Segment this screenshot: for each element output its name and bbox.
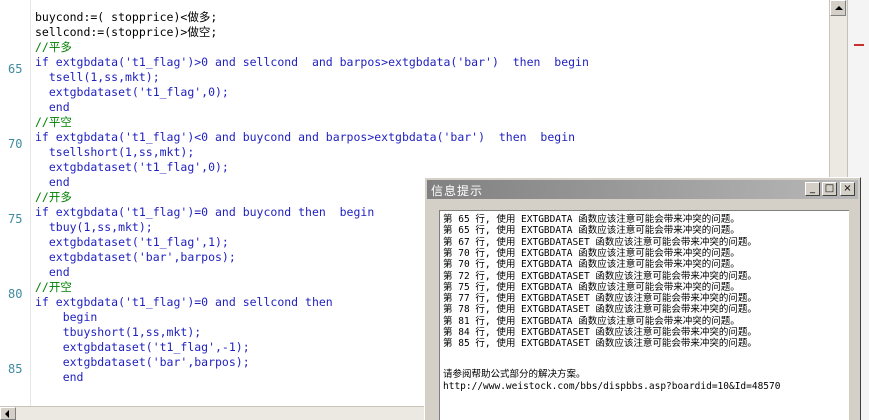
line-number: 65: [8, 62, 23, 76]
code-line: if extgbdata('t1_flag')>0 and sellcond a…: [35, 55, 589, 69]
code-line: extgbdataset('t1_flag',-1);: [35, 340, 250, 354]
editor-window: 65 70 75 80 85 buycond:=( stopprice)<做多;…: [0, 0, 869, 420]
line-number: 75: [8, 212, 23, 226]
code-line: if extgbdata('t1_flag')=0 and buycond th…: [35, 205, 375, 219]
dialog-title: 信息提示: [431, 184, 484, 198]
code-line: end: [35, 175, 70, 189]
info-dialog: 信息提示 _ □ × 第 65 行, 使用 EXTGBDATA 函数应该注意可能…: [424, 177, 861, 420]
code-line: end: [35, 100, 70, 114]
close-button[interactable]: ×: [840, 182, 855, 196]
code-line: extgbdataset('t1_flag',1);: [35, 235, 229, 249]
horizontal-scrollbar[interactable]: [0, 406, 430, 420]
code-line: //开多: [35, 190, 72, 204]
code-line: tbuyshort(1,ss,mkt);: [35, 325, 202, 339]
message-line: 第 78 行, 使用 EXTGBDATASET 函数应该注意可能会带来冲突的问题…: [443, 304, 757, 316]
scroll-left-button[interactable]: [0, 407, 16, 420]
message-line: 第 67 行, 使用 EXTGBDATASET 函数应该注意可能会带来冲突的问题…: [443, 236, 757, 248]
code-line: //平空: [35, 115, 72, 129]
code-line: sellcond:=(stopprice)>做空;: [35, 25, 218, 39]
line-number: 80: [8, 287, 23, 301]
line-number: 85: [8, 362, 23, 376]
dialog-titlebar[interactable]: 信息提示 _ □ ×: [427, 180, 858, 199]
code-line: tsell(1,ss,mkt);: [35, 70, 160, 84]
code-line: //平多: [35, 40, 72, 54]
maximize-button[interactable]: □: [822, 182, 837, 196]
message-line: 第 70 行, 使用 EXTGBDATA 函数应该注意可能会带来冲突的问题。: [443, 259, 740, 271]
line-number-gutter: 65 70 75 80 85: [0, 0, 31, 406]
message-list[interactable]: 第 65 行, 使用 EXTGBDATA 函数应该注意可能会带来冲突的问题。第 …: [439, 210, 849, 420]
code-line: end: [35, 370, 84, 384]
code-line: extgbdataset('t1_flag',0);: [35, 160, 229, 174]
message-line: 第 65 行, 使用 EXTGBDATA 函数应该注意可能会带来冲突的问题。: [443, 225, 740, 237]
arrow-left-icon: [5, 410, 9, 418]
code-line: extgbdataset('t1_flag',0);: [35, 85, 229, 99]
code-line: //开空: [35, 280, 72, 294]
message-line: 第 85 行, 使用 EXTGBDATASET 函数应该注意可能会带来冲突的问题…: [443, 338, 757, 350]
minimize-button[interactable]: _: [805, 182, 820, 196]
line-number: 70: [8, 137, 23, 151]
help-text: 请参阅帮助公式部分的解决方案。: [443, 369, 586, 380]
message-line: 第 72 行, 使用 EXTGBDATASET 函数应该注意可能会带来冲突的问题…: [443, 270, 757, 282]
code-line: buycond:=( stopprice)<做多;: [35, 10, 218, 24]
message-line: 第 81 行, 使用 EXTGBDATA 函数应该注意可能会带来冲突的问题。: [443, 315, 740, 327]
code-line: if extgbdata('t1_flag')<0 and buycond an…: [35, 130, 576, 144]
arrow-up-icon: [835, 6, 843, 10]
message-line: 第 75 行, 使用 EXTGBDATA 函数应该注意可能会带来冲突的问题。: [443, 281, 740, 293]
help-link[interactable]: http://www.weistock.com/bbs/dispbbs.asp?…: [443, 381, 780, 393]
code-line: extgbdataset('bar',barpos);: [35, 250, 236, 264]
marker-icon: [854, 44, 864, 46]
code-line: end: [35, 265, 70, 279]
code-line: if extgbdata('t1_flag')=0 and sellcond t…: [35, 295, 333, 309]
code-line: tbuy(1,ss,mkt);: [35, 220, 153, 234]
scroll-up-button[interactable]: [830, 0, 846, 16]
code-line: extgbdataset('bar',barpos);: [35, 355, 250, 369]
code-line: tsellshort(1,ss,mkt);: [35, 145, 195, 159]
code-line: begin: [35, 310, 98, 324]
